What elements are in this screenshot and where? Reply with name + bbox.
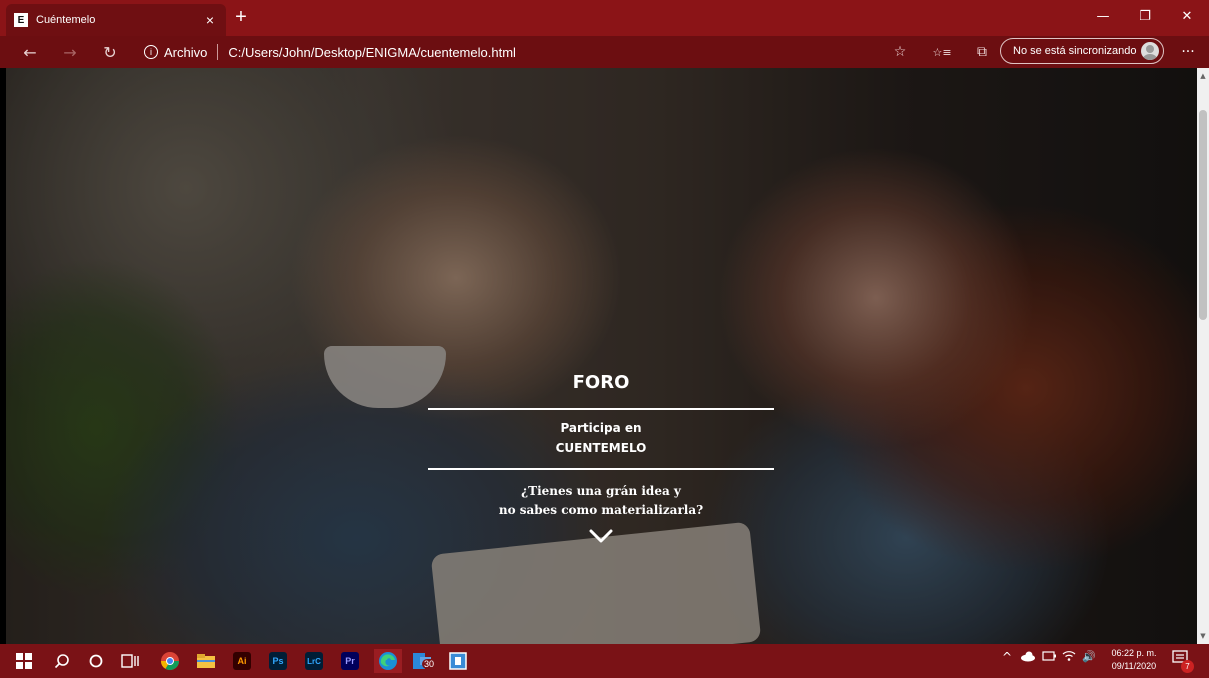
new-tab-button[interactable]: +: [230, 6, 252, 28]
hero-question-line-1: ¿Tienes una grán idea y: [521, 484, 681, 498]
favorites-list-icon[interactable]: ☆≡: [930, 40, 954, 64]
premiere-label: Pr: [341, 652, 359, 670]
sync-status-label: No se está sincronizando: [1013, 45, 1137, 57]
search-icon[interactable]: [50, 649, 74, 673]
notification-count-badge: 7: [1181, 660, 1194, 673]
collections-icon[interactable]: ⧉: [970, 40, 994, 64]
show-hidden-icons-icon[interactable]: ^: [1002, 650, 1012, 664]
mail-app-icon[interactable]: 30: [410, 649, 437, 673]
onedrive-cloud-icon[interactable]: [1020, 650, 1036, 665]
lightroom-classic-icon[interactable]: LrC: [302, 649, 326, 673]
hero-title: FORO: [572, 372, 630, 393]
profile-sync-button[interactable]: No se está sincronizando: [1000, 38, 1164, 64]
hero-question: ¿Tienes una grán idea y no sabes como ma…: [428, 482, 774, 520]
url-scheme-label: Archivo: [164, 44, 208, 60]
more-options-icon[interactable]: ···: [1176, 40, 1200, 64]
back-button[interactable]: ←: [14, 38, 46, 66]
file-explorer-icon[interactable]: [194, 649, 218, 673]
wifi-icon[interactable]: [1062, 650, 1076, 665]
favorite-star-icon[interactable]: ☆: [888, 40, 912, 64]
photoshop-icon[interactable]: Ps: [266, 649, 290, 673]
cortana-icon[interactable]: [84, 649, 108, 673]
refresh-button[interactable]: ↻: [94, 38, 126, 66]
browser-tab-bar: E Cuéntemelo × + — ❐ ✕: [0, 0, 1209, 36]
photoshop-label: Ps: [269, 652, 287, 670]
avatar-icon: [1141, 42, 1159, 60]
illustrator-label: Ai: [233, 652, 251, 670]
close-tab-icon[interactable]: ×: [202, 12, 218, 28]
url-separator: [217, 44, 219, 60]
info-icon[interactable]: i: [144, 45, 158, 59]
minimize-button[interactable]: —: [1082, 0, 1124, 32]
close-window-button[interactable]: ✕: [1166, 0, 1208, 32]
app-window-icon[interactable]: [446, 649, 470, 673]
hero-question-line-2: no sabes como materializarla?: [498, 503, 704, 517]
scroll-down-arrow-icon[interactable]: ▼: [1197, 630, 1209, 642]
url-text[interactable]: C:/Users/John/Desktop/ENIGMA/cuentemelo.…: [228, 45, 516, 60]
battery-icon[interactable]: [1042, 650, 1056, 664]
hero-divider-top: [428, 408, 774, 410]
clock-date: 09/11/2020: [1111, 661, 1157, 671]
page-scrollbar[interactable]: ▲ ▼: [1197, 68, 1209, 644]
hero-divider-bottom: [428, 468, 774, 470]
windows-taskbar: Ai Ps LrC Pr 30 ^ 🔊 06:22 p. m. 09/11/20…: [0, 644, 1209, 678]
hero-subtitle: Participa en CUENTEMELO: [428, 418, 774, 458]
forward-button[interactable]: →: [54, 38, 86, 66]
app-badge-count: 30: [422, 659, 437, 669]
chrome-icon[interactable]: [158, 649, 182, 673]
action-center-icon[interactable]: 7: [1172, 650, 1194, 673]
windows-start-icon[interactable]: [12, 649, 36, 673]
system-clock[interactable]: 06:22 p. m. 09/11/2020: [1104, 647, 1164, 673]
scroll-down-chevron-icon[interactable]: [589, 528, 613, 547]
hero-subtitle-line-2: CUENTEMELO: [555, 441, 647, 455]
hero-section: FORO Participa en CUENTEMELO ¿Tienes una…: [428, 368, 774, 547]
background-overlay: [6, 68, 1197, 644]
illustrator-icon[interactable]: Ai: [230, 649, 254, 673]
edge-icon[interactable]: [374, 649, 402, 673]
scroll-up-arrow-icon[interactable]: ▲: [1197, 70, 1209, 82]
browser-tab-active[interactable]: E Cuéntemelo ×: [6, 4, 226, 36]
restore-button[interactable]: ❐: [1124, 0, 1166, 32]
clock-time: 06:22 p. m.: [1111, 648, 1157, 658]
tab-title: Cuéntemelo: [36, 14, 96, 26]
lightroom-label: LrC: [305, 652, 323, 670]
premiere-icon[interactable]: Pr: [338, 649, 362, 673]
hero-subtitle-line-1: Participa en: [560, 421, 642, 435]
volume-icon[interactable]: 🔊: [1082, 650, 1096, 663]
scrollbar-thumb[interactable]: [1199, 110, 1207, 320]
page-viewport: FORO Participa en CUENTEMELO ¿Tienes una…: [6, 68, 1197, 644]
task-view-icon[interactable]: [118, 649, 142, 673]
site-favicon-icon: E: [14, 13, 28, 27]
url-bar[interactable]: i Archivo C:/Users/John/Desktop/ENIGMA/c…: [132, 38, 882, 66]
